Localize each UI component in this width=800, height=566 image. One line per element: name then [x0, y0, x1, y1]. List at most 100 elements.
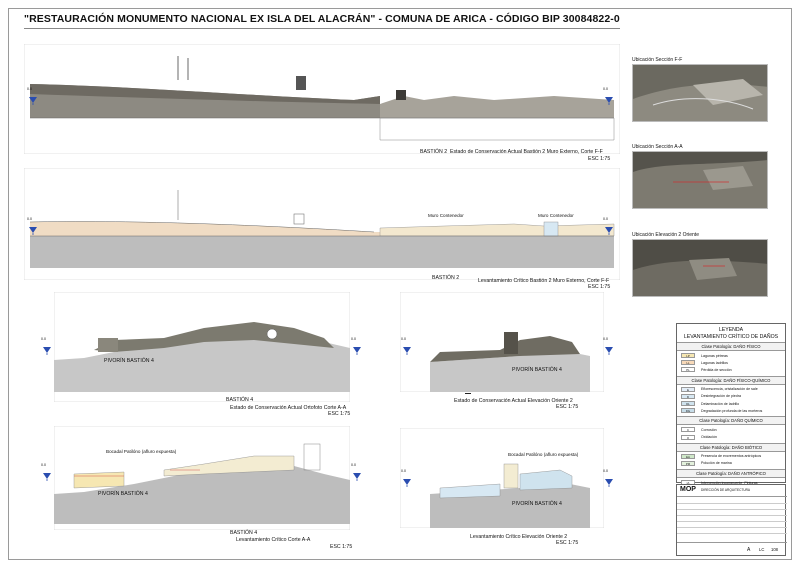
level-value: 0.0 — [603, 217, 608, 221]
legend-row: DL Delaminación de ladrillo — [677, 400, 785, 407]
level-marker-ff2-right: 0.0 — [603, 217, 614, 240]
section-ff-state-svg — [23, 43, 621, 155]
level-marker-icon — [43, 347, 51, 355]
legend-group-title: Clase Patología: DAÑO FÍSICO-QUÍMICO — [677, 375, 785, 385]
sheet-number: 108 — [771, 547, 778, 552]
legend-row: C Corrosión — [677, 426, 785, 433]
or2-state-scale: ESC 1:75 — [556, 404, 579, 410]
level-value: 0.0 — [41, 463, 46, 467]
section-aa-survey-drawing — [53, 425, 351, 531]
photo-location-aa — [632, 151, 768, 209]
sheet-title: "RESTAURACIÓN MONUMENTO NACIONAL EX ISLA… — [24, 13, 620, 25]
aerial-photo-ff — [633, 65, 767, 121]
photo-caption-ff: Ubicación Sección F-F — [632, 57, 683, 63]
legend-row: LL Lagunas ladrillos — [677, 359, 785, 366]
level-marker-icon — [403, 347, 411, 355]
photo-caption-or2: Ubicación Elevación 2 Oriente — [632, 232, 699, 238]
legend-row-label: Lagunas ladrillos — [701, 360, 728, 365]
level-value: 0.0 — [603, 469, 608, 473]
level-marker-or2-right: 0.0 — [603, 337, 614, 360]
legend-swatch: D — [681, 393, 695, 399]
legend-swatch: PL — [681, 367, 695, 373]
org-logo: MOP — [680, 486, 696, 493]
separator-dash — [465, 393, 471, 394]
legend-row: D Desintegración de piedra — [677, 393, 785, 400]
legend-row: PL Pérdida de sección — [677, 366, 785, 373]
level-value: 0.0 — [603, 87, 608, 91]
legend-swatch: E — [681, 386, 695, 392]
legend-swatch: LL — [681, 360, 695, 366]
sheet-code: LC — [759, 547, 765, 552]
legend-group-title: Clase Patología: DAÑO ANTRÓPICO — [677, 469, 785, 479]
aa-state-structure-label: PIVORÍN BASTIÓN 4 — [104, 358, 154, 364]
ff-state-scale: ESC 1:75 — [588, 156, 611, 162]
legend-title-2: LEVANTAMIENTO CRÍTICO DE DAÑOS — [683, 333, 779, 340]
legend-swatch: PM — [681, 460, 695, 466]
ff-survey-bastion-label: BASTIÓN 2 — [432, 275, 460, 281]
title-block-footer: A LC 108 — [677, 542, 787, 556]
level-marker-ff2-left: 0.0 — [27, 217, 38, 240]
section-aa-state-drawing — [53, 291, 351, 403]
level-marker-aa2-right: 0.0 — [351, 463, 362, 486]
aa-survey-scale: ESC 1:75 — [330, 544, 353, 550]
legend-row-label: Polución de marina — [701, 461, 732, 466]
legend-group-title: Clase Patología: DAÑO QUÍMICO — [677, 416, 785, 426]
legend-groups: Clase Patología: DAÑO FÍSICO LP Lagunas pé… — [677, 342, 785, 508]
level-value: 0.0 — [401, 337, 406, 341]
aa-state-bastion-label: BASTIÓN 4 — [226, 397, 254, 403]
legend-row: LP Lagunas pétreas — [677, 352, 785, 359]
level-marker-icon — [29, 227, 37, 235]
level-value: 0.0 — [41, 337, 46, 341]
legend-swatch: O — [681, 434, 695, 440]
legend-row-label: Corrosión — [701, 427, 717, 432]
level-marker-icon — [605, 479, 613, 487]
legend-row-label: Oxidación — [701, 435, 717, 440]
level-marker-aa-right: 0.0 — [351, 337, 362, 360]
legend-row-label: Delaminación de ladrillo — [701, 401, 740, 406]
section-aa-survey-svg — [53, 425, 351, 531]
level-marker-or2-left: 0.0 — [401, 337, 412, 360]
level-marker-ff-left: 0.0 — [27, 87, 38, 110]
aa-survey-bastion-label: BASTIÓN 4 — [230, 530, 258, 536]
or2-survey-structure-label: PIVORÍN BASTIÓN 4 — [512, 501, 562, 507]
elev-or2-survey-svg — [399, 427, 605, 529]
ff-survey-scale: ESC 1:75 — [588, 284, 611, 290]
level-value: 0.0 — [351, 337, 356, 341]
elev-or2-state-svg — [399, 291, 605, 393]
title-block-header: MOP DIRECCIÓN DE ARQUITECTURA — [677, 485, 787, 497]
legend-row: EA Presencia de excrementos antrópicos — [677, 453, 785, 460]
aerial-photo-aa — [633, 152, 767, 208]
ff-survey-note-right: Muro Contenedor — [538, 213, 574, 218]
level-value: 0.0 — [27, 217, 32, 221]
level-marker-icon — [605, 227, 613, 235]
level-marker-ff-right: 0.0 — [603, 87, 614, 110]
title-block-grid — [677, 497, 787, 542]
legend-swatch: C — [681, 427, 695, 433]
or2-survey-scale: ESC 1:75 — [556, 540, 579, 546]
section-aa-state-svg — [53, 291, 351, 403]
or2-state-structure-label: PIVORÍN BASTIÓN 4 — [512, 367, 562, 373]
level-marker-icon — [353, 473, 361, 481]
title-rule — [24, 28, 620, 29]
level-value: 0.0 — [351, 463, 356, 467]
level-marker-icon — [43, 473, 51, 481]
legend-swatch: DG — [681, 408, 695, 414]
legend-swatch: DL — [681, 401, 695, 407]
legend-row-label: Lagunas pétreas — [701, 353, 728, 358]
department-name: DIRECCIÓN DE ARQUITECTURA — [701, 488, 751, 492]
elev-or2-survey-drawing — [399, 427, 605, 529]
legend-row-label: Presencia de excrementos antrópicos — [701, 454, 762, 459]
level-marker-icon — [605, 347, 613, 355]
level-marker-or2b-right: 0.0 — [603, 469, 614, 492]
aerial-photo-or2 — [633, 240, 767, 296]
photo-location-or2 — [632, 239, 768, 297]
title-block: MOP DIRECCIÓN DE ARQUITECTURA A LC 108 — [676, 484, 787, 556]
photo-caption-aa: Ubicación Sección A-A — [632, 144, 683, 150]
or2-survey-note: Bocadal Patilóno (afluro expuesta) — [508, 452, 579, 457]
legend-row-label: Pérdida de sección — [701, 367, 732, 372]
ff-state-bastion-label: BASTIÓN 2 — [420, 149, 448, 155]
legend-row: DG Degradación profunda de las morteros — [677, 407, 785, 414]
section-ff-survey-svg — [23, 167, 621, 281]
section-ff-survey-drawing — [23, 167, 621, 281]
level-marker-aa2-left: 0.0 — [41, 463, 52, 486]
